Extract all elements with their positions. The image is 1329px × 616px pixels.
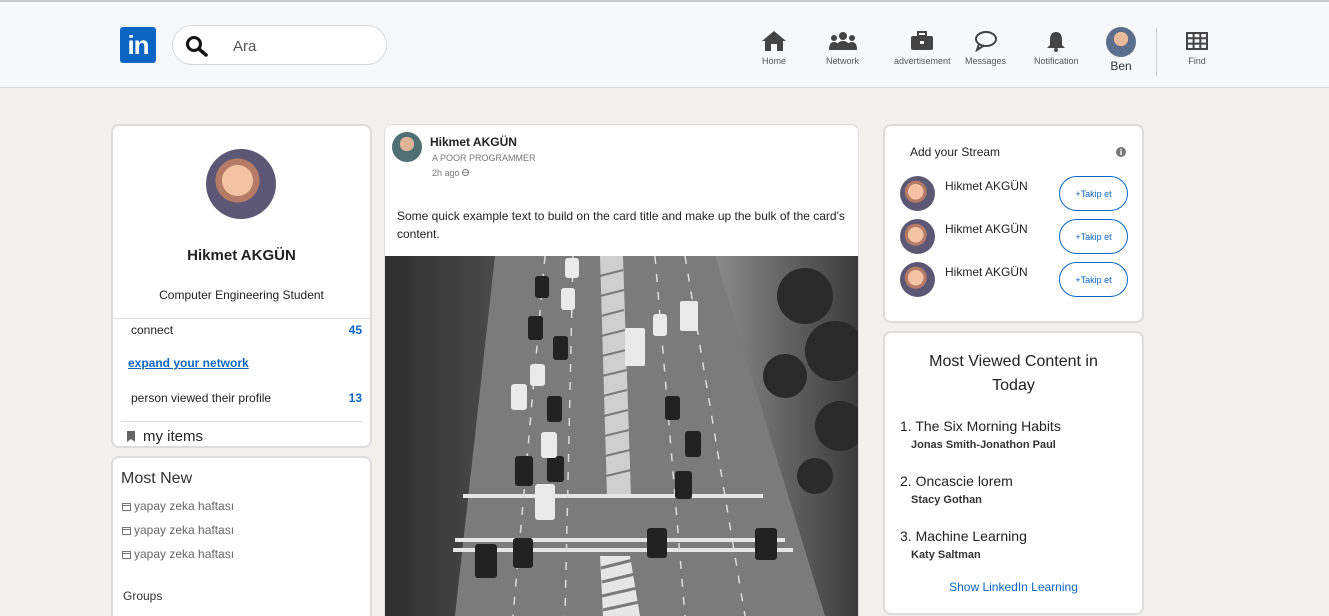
most-viewed-item-title[interactable]: 1. The Six Morning Habits [900, 418, 1061, 434]
stream-avatar[interactable] [900, 262, 935, 297]
bell-icon [1047, 32, 1066, 52]
stream-row: Hikmet AKGÜN +Takip et [900, 176, 1128, 214]
post-author-avatar[interactable] [392, 132, 422, 162]
calendar-icon [122, 527, 131, 535]
most-viewed-item-author: Katy Saltman [911, 549, 981, 561]
street-photo [385, 256, 858, 616]
nav-find[interactable]: Find [1186, 30, 1208, 66]
post-card: Hikmet AKGÜN A POOR PROGRAMMER 2h ago So… [384, 124, 859, 616]
most-new-item-label: yapay zeka haftası [134, 523, 235, 537]
bookmark-icon [127, 431, 135, 442]
most-new-item-label: yapay zeka haftası [134, 547, 235, 561]
most-new-item[interactable]: yapay zeka haftası [122, 547, 234, 561]
profile-views-row[interactable]: person viewed their profile 13 [131, 391, 362, 405]
groups-label[interactable]: Groups [123, 589, 162, 603]
stream-name[interactable]: Hikmet AKGÜN [945, 265, 1028, 279]
most-new-item[interactable]: yapay zeka haftası [122, 499, 234, 513]
expand-network-link[interactable]: expand your network [128, 356, 249, 370]
profile-views-count: 13 [348, 391, 362, 405]
nav-me-label: Ben [1110, 59, 1132, 73]
info-icon[interactable] [1116, 147, 1126, 157]
stream-name[interactable]: Hikmet AKGÜN [945, 222, 1028, 236]
top-navbar: in Home Network advertisement Messages [0, 0, 1329, 88]
home-icon [762, 31, 786, 51]
follow-button[interactable]: +Takip et [1059, 262, 1128, 297]
most-new-item-label: yapay zeka haftası [134, 499, 235, 513]
items-divider [121, 421, 362, 422]
nav-find-label: Find [1188, 56, 1206, 66]
nav-notification-label: Notification [1034, 56, 1079, 66]
stream-name[interactable]: Hikmet AKGÜN [945, 179, 1028, 193]
profile-title: Computer Engineering Student [159, 288, 324, 302]
nav-notification[interactable]: Notification [1034, 30, 1079, 66]
most-viewed-item-author: Jonas Smith-Jonathon Paul [911, 439, 1056, 451]
post-image[interactable] [385, 256, 858, 616]
profile-divider [113, 318, 370, 319]
post-time-label: 2h ago [432, 168, 460, 178]
nav-network[interactable]: Network [826, 30, 859, 66]
my-items-link[interactable]: my items [127, 428, 203, 445]
most-new-title: Most New [121, 470, 193, 487]
calendar-icon [122, 503, 131, 511]
follow-button[interactable]: +Takip et [1059, 219, 1128, 254]
most-viewed-item-author: Stacy Gothan [911, 494, 982, 506]
post-timestamp: 2h ago [432, 168, 470, 178]
calendar-icon [122, 551, 131, 559]
post-body-text: Some quick example text to build on the … [397, 209, 845, 241]
most-viewed-card: Most Viewed Content in Today 1. The Six … [883, 331, 1144, 615]
post-author-name[interactable]: Hikmet AKGÜN [430, 135, 517, 149]
nav-messages[interactable]: Messages [965, 30, 1006, 66]
profile-name[interactable]: Hikmet AKGÜN [113, 247, 370, 264]
stream-card: Add your Stream Hikmet AKGÜN +Takip et H… [883, 124, 1144, 323]
grid-icon [1186, 32, 1208, 50]
post-author-subtitle: A POOR PROGRAMMER [432, 153, 536, 163]
most-viewed-title: Most Viewed Content in Today [929, 353, 1098, 394]
search-box[interactable] [172, 25, 387, 65]
profile-card: Hikmet AKGÜN Computer Engineering Studen… [111, 124, 372, 448]
nav-advertisement[interactable]: advertisement [894, 30, 951, 66]
profile-views-label: person viewed their profile [131, 391, 272, 405]
stream-avatar[interactable] [900, 176, 935, 211]
search-input[interactable] [233, 35, 373, 57]
connect-label: connect [131, 323, 174, 337]
search-icon[interactable] [185, 35, 209, 57]
globe-icon [462, 169, 470, 176]
nav-home-label: Home [761, 56, 786, 66]
nav-network-label: Network [826, 56, 860, 66]
me-avatar[interactable] [1106, 27, 1136, 57]
profile-photo[interactable] [206, 149, 276, 219]
follow-button[interactable]: +Takip et [1059, 176, 1128, 211]
most-viewed-item-title[interactable]: 3. Machine Learning [900, 528, 1027, 544]
linkedin-logo[interactable]: in [120, 27, 156, 63]
stream-title: Add your Stream [910, 145, 1001, 159]
connect-count: 45 [348, 323, 362, 337]
briefcase-icon [911, 31, 934, 50]
stream-row: Hikmet AKGÜN +Takip et [900, 219, 1128, 257]
most-new-item[interactable]: yapay zeka haftası [122, 523, 234, 537]
show-linkedin-learning-link[interactable]: Show LinkedIn Learning [885, 580, 1142, 594]
nav-me[interactable]: Ben [1106, 27, 1136, 73]
most-new-card: Most New yapay zeka haftası yapay zeka h… [111, 456, 372, 616]
stream-avatar[interactable] [900, 219, 935, 254]
my-items-label: my items [143, 428, 203, 445]
nav-advertisement-label: advertisement [894, 56, 951, 66]
connect-row[interactable]: connect 45 [131, 323, 362, 337]
stream-row: Hikmet AKGÜN +Takip et [900, 262, 1128, 300]
chat-bubble-icon [974, 31, 997, 52]
nav-home[interactable]: Home [761, 30, 787, 66]
most-viewed-item-title[interactable]: 2. Oncascie lorem [900, 473, 1013, 489]
nav-messages-label: Messages [965, 56, 1007, 66]
network-icon [828, 32, 857, 50]
nav-divider [1156, 28, 1157, 76]
